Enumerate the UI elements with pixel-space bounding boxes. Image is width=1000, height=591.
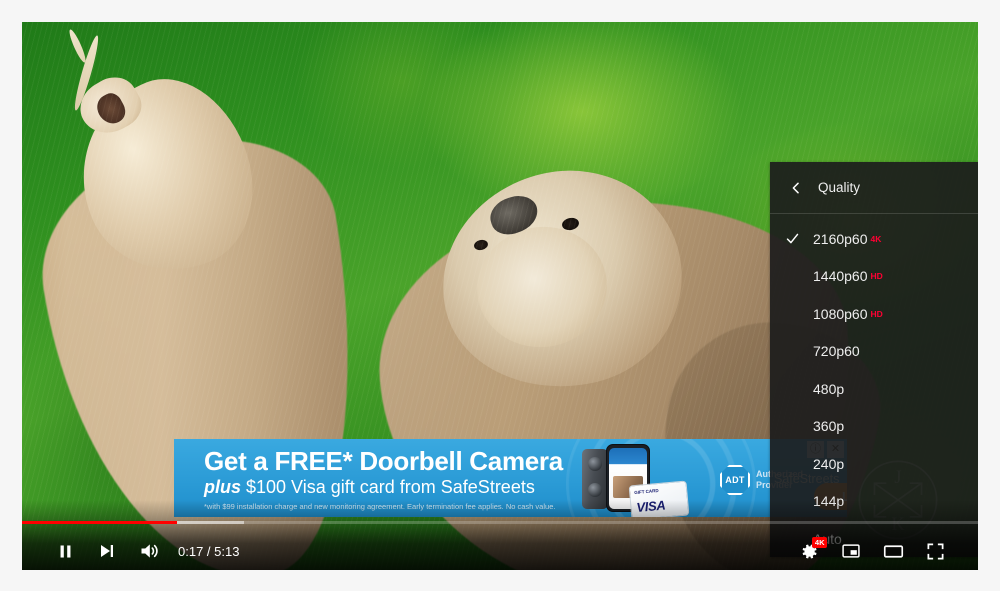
time-display: 0:17 / 5:13 bbox=[178, 543, 240, 559]
right-controls: 4K bbox=[788, 532, 978, 570]
quality-option-label: 1080p60 bbox=[813, 305, 868, 322]
quality-option-720p60[interactable]: 720p60 bbox=[770, 333, 978, 371]
theater-mode-button[interactable] bbox=[872, 532, 914, 570]
quality-option-label: 2160p60 bbox=[813, 230, 868, 247]
quality-option-tag: 4K bbox=[870, 233, 882, 244]
video-player[interactable]: J K Get a FREE* Doorbell Camera plus $10… bbox=[22, 22, 978, 570]
check-icon-placeholder bbox=[784, 306, 800, 322]
quality-option-480p[interactable]: 480p bbox=[770, 370, 978, 408]
quality-option-360p[interactable]: 360p bbox=[770, 408, 978, 446]
fullscreen-button[interactable] bbox=[914, 532, 956, 570]
controls-row: 0:17 / 5:13 4K bbox=[22, 532, 978, 570]
ad-subheadline-emphasis: plus bbox=[204, 477, 242, 497]
settings-quality-badge: 4K bbox=[812, 537, 827, 548]
pause-button[interactable] bbox=[44, 532, 86, 570]
progress-played bbox=[22, 521, 177, 524]
quality-option-label: 480p bbox=[813, 380, 845, 397]
adt-octagon-icon: ADT bbox=[720, 465, 750, 495]
quality-option-1440p60[interactable]: 1440p60 HD bbox=[770, 258, 978, 296]
check-icon-placeholder bbox=[784, 418, 800, 434]
quality-option-label: 240p bbox=[813, 455, 845, 472]
progress-bar[interactable] bbox=[22, 521, 978, 524]
check-icon bbox=[784, 231, 800, 247]
page-root: J K Get a FREE* Doorbell Camera plus $10… bbox=[0, 0, 1000, 591]
next-video-button[interactable] bbox=[86, 532, 128, 570]
visa-card-label-small: GIFT CARD bbox=[634, 488, 659, 496]
ad-subheadline: plus $100 Visa gift card from SafeStreet… bbox=[204, 477, 535, 498]
chevron-left-icon[interactable] bbox=[784, 176, 808, 200]
adt-octagon-label: ADT bbox=[725, 475, 745, 485]
settings-quality-menu[interactable]: Quality 2160p60 4K 1440p60 HD 1080p60 HD 720p6… bbox=[770, 162, 978, 557]
ad-headline: Get a FREE* Doorbell Camera bbox=[204, 446, 563, 476]
check-icon-placeholder bbox=[784, 381, 800, 397]
ad-subheadline-rest: $100 Visa gift card from SafeStreets bbox=[241, 477, 535, 497]
settings-button[interactable]: 4K bbox=[788, 532, 830, 570]
quality-option-240p[interactable]: 240p bbox=[770, 445, 978, 483]
volume-button[interactable] bbox=[128, 532, 170, 570]
quality-option-tag: HD bbox=[870, 271, 883, 281]
left-controls: 0:17 / 5:13 bbox=[22, 532, 239, 570]
quality-menu-header[interactable]: Quality bbox=[770, 162, 978, 214]
quality-menu-title: Quality bbox=[818, 180, 861, 195]
quality-option-tag: HD bbox=[870, 308, 883, 319]
check-icon-placeholder bbox=[784, 343, 800, 359]
quality-option-label: 360p bbox=[813, 418, 845, 435]
check-icon-placeholder bbox=[784, 268, 800, 284]
miniplayer-button[interactable] bbox=[830, 532, 872, 570]
quality-option-1080p60[interactable]: 1080p60 HD bbox=[770, 295, 978, 333]
check-icon-placeholder bbox=[784, 456, 800, 472]
quality-option-label: 720p60 bbox=[813, 343, 860, 360]
quality-option-label: 1440p60 bbox=[813, 268, 868, 285]
player-controls: 0:17 / 5:13 4K bbox=[22, 500, 978, 570]
quality-option-2160p60[interactable]: 2160p60 4K bbox=[770, 220, 978, 258]
